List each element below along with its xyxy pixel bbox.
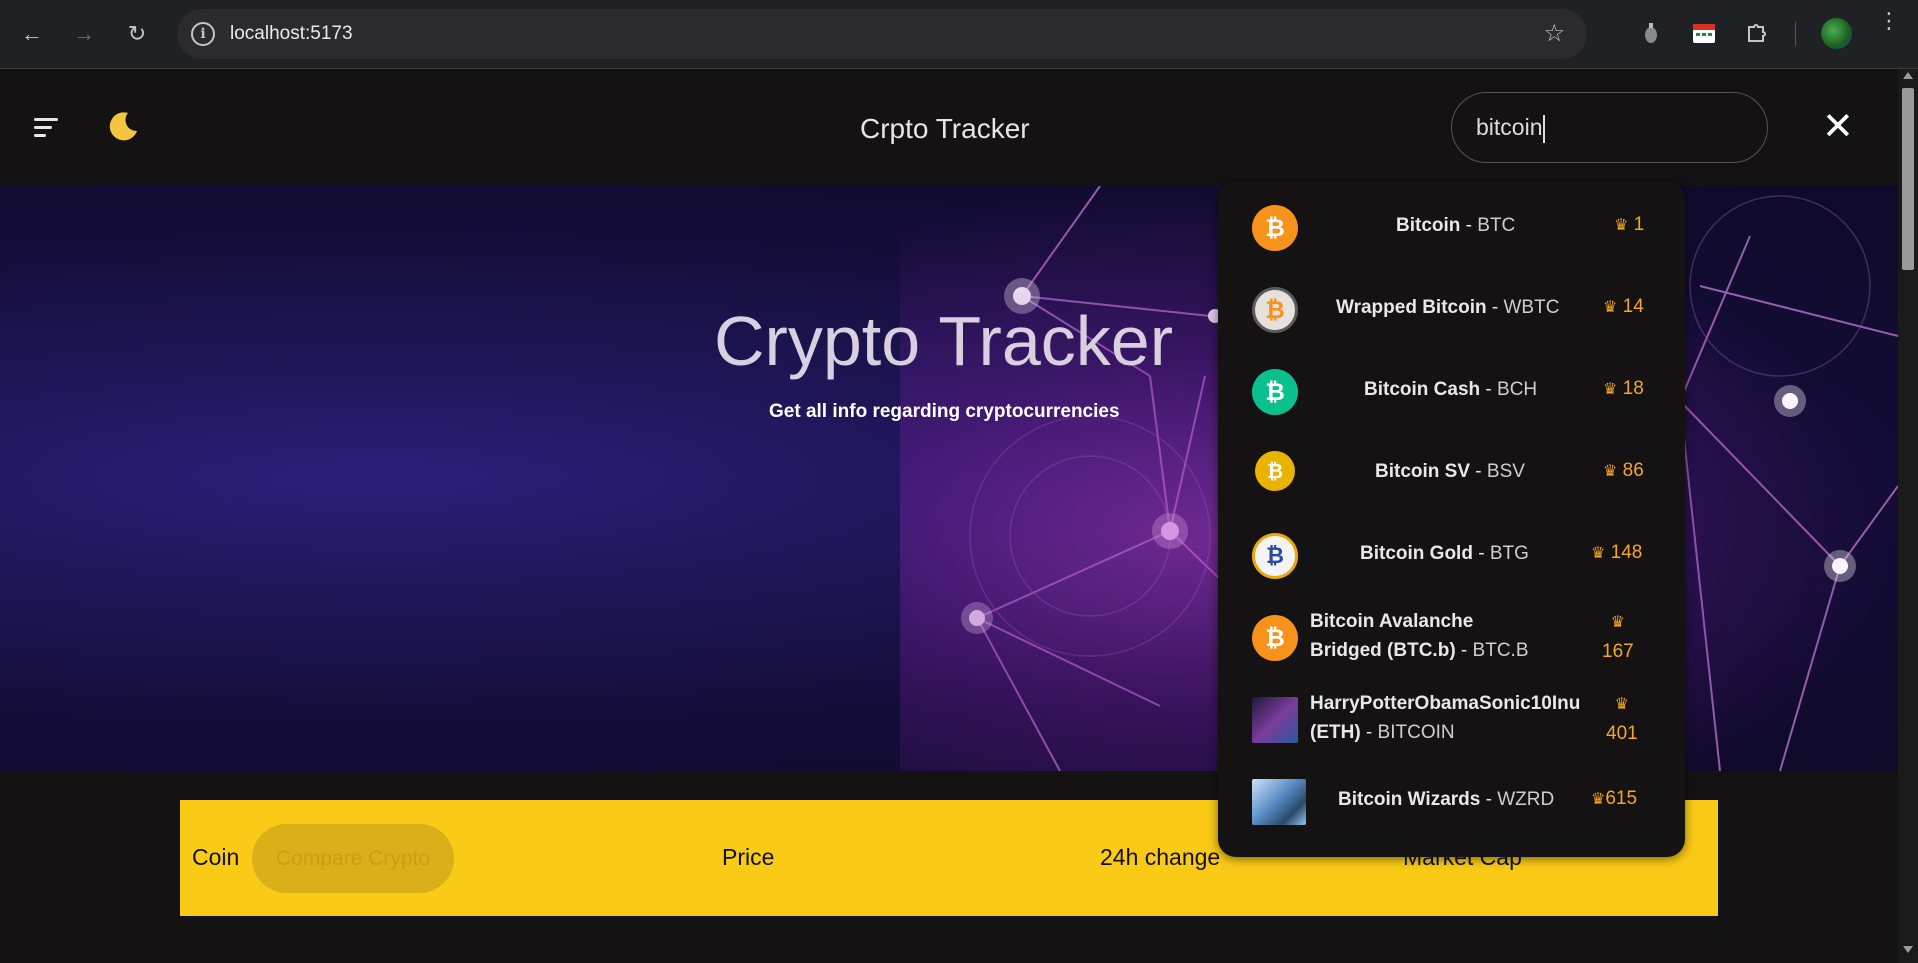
harrypotter-coin-icon (1252, 697, 1298, 743)
hero-title: Crypto Tracker (714, 302, 1173, 380)
back-icon[interactable]: ← (14, 16, 50, 52)
coin-symbol: BITCOIN (1377, 722, 1455, 743)
bitcoin-icon: ₿ (1252, 205, 1298, 251)
profile-avatar[interactable] (1821, 18, 1852, 49)
browser-toolbar: ← → ↻ i localhost:5173 ☆ ⋮ (0, 0, 1918, 69)
coin-symbol: BTC.B (1472, 640, 1529, 661)
calendar-extension-icon[interactable] (1689, 18, 1719, 48)
scroll-up-arrow-icon[interactable] (1903, 72, 1913, 79)
search-input-value: bitcoin (1476, 114, 1543, 140)
search-result-item[interactable]: ₿ Bitcoin SV - BSV ♛ 86 (1218, 433, 1685, 515)
compare-crypto-button[interactable]: Compare Crypto (252, 824, 454, 893)
coin-name-line1: Bitcoin Avalanche (1310, 611, 1474, 632)
crown-icon: ♛ (1614, 217, 1629, 234)
extensions-puzzle-icon[interactable] (1742, 18, 1772, 48)
dark-mode-moon-icon[interactable] (106, 109, 140, 151)
coin-name: Bitcoin Gold (1360, 543, 1473, 564)
coin-name-line2: (ETH) (1310, 722, 1361, 743)
coin-name: Bitcoin Cash (1364, 379, 1481, 400)
toolbar-divider (1795, 22, 1796, 46)
coin-rank: ♛ 18 (1603, 378, 1644, 399)
browser-menu-icon[interactable]: ⋮ (1878, 10, 1900, 32)
search-result-item[interactable]: ₿ Bitcoin Cash - BCH ♛ 18 (1218, 351, 1685, 433)
search-result-item[interactable]: ₿ Bitcoin Avalanche Bridged (BTC.b) - BTC… (1218, 597, 1685, 679)
coin-name: Bitcoin SV (1375, 461, 1471, 482)
wrapped-bitcoin-icon: ₿ (1252, 287, 1298, 333)
bitcoin-avalanche-icon: ₿ (1252, 615, 1298, 661)
search-results-dropdown: ₿ Bitcoin - BTC ♛ 1 ₿ Wrapped Bitcoin - … (1218, 182, 1685, 857)
search-result-item[interactable]: ₿ Bitcoin Gold - BTG ♛ 148 (1218, 515, 1685, 597)
column-coin: Coin (192, 844, 240, 870)
crown-icon: ♛ (1614, 696, 1630, 713)
hero-subtitle: Get all info regarding cryptocurrencies (769, 401, 1120, 422)
crown-icon: ♛ (1603, 299, 1618, 316)
bitcoin-gold-icon: ₿ (1252, 533, 1298, 579)
coin-name: Wrapped Bitcoin (1336, 297, 1487, 318)
address-bar[interactable]: i localhost:5173 ☆ (177, 9, 1587, 59)
coin-rank: ♛615 (1591, 788, 1638, 809)
coin-rank: ♛ 86 (1603, 460, 1644, 481)
extension-icon[interactable] (1636, 18, 1666, 48)
scrollbar-thumb[interactable] (1902, 88, 1914, 270)
crown-icon: ♛ (1603, 381, 1618, 398)
bitcoin-wizards-icon (1252, 779, 1306, 825)
coin-rank: ♛ 167 (1602, 614, 1634, 662)
forward-icon[interactable]: → (66, 16, 102, 52)
coin-rank: ♛ 14 (1603, 296, 1644, 317)
column-24h-change: 24h change (1100, 844, 1221, 870)
search-result-item[interactable]: Bitcoin Wizards - WZRD ♛615 (1218, 761, 1685, 843)
site-info-icon[interactable]: i (191, 22, 215, 46)
coin-rank: ♛ 1 (1614, 214, 1645, 235)
coin-symbol: BCH (1497, 379, 1538, 400)
crown-icon: ♛ (1603, 463, 1618, 480)
coin-symbol: BTC (1477, 215, 1516, 236)
search-result-item[interactable]: ₿ Bitcoin - BTC ♛ 1 (1218, 187, 1685, 269)
bitcoin-cash-icon: ₿ (1252, 369, 1298, 415)
coin-name: Bitcoin Wizards (1338, 789, 1481, 810)
app-header: Crpto Tracker bitcoin ✕ (0, 69, 1898, 186)
url-text[interactable]: localhost:5173 (230, 23, 353, 45)
menu-icon[interactable] (34, 118, 58, 138)
coin-name: Bitcoin (1396, 215, 1461, 236)
search-result-item[interactable]: ₿ Wrapped Bitcoin - WBTC ♛ 14 (1218, 269, 1685, 351)
bookmark-star-icon[interactable]: ☆ (1543, 19, 1565, 48)
coin-symbol: BSV (1486, 461, 1525, 482)
coin-symbol: WZRD (1497, 789, 1555, 810)
coin-rank: ♛ 148 (1591, 542, 1643, 563)
close-search-icon[interactable]: ✕ (1822, 107, 1854, 147)
coin-name-line2: Bridged (BTC.b) (1310, 640, 1456, 661)
coin-symbol: WBTC (1503, 297, 1560, 318)
coin-symbol: BTG (1489, 543, 1529, 564)
reload-icon[interactable]: ↻ (119, 16, 155, 52)
search-input[interactable]: bitcoin (1451, 92, 1768, 163)
bitcoin-sv-icon: ₿ (1255, 451, 1295, 491)
app-title: Crpto Tracker (860, 113, 1030, 144)
coin-rank: ♛ 401 (1606, 696, 1638, 744)
coin-name-line1: HarryPotterObamaSonic10Inu (1310, 693, 1581, 714)
scroll-down-arrow-icon[interactable] (1903, 946, 1913, 953)
crown-icon: ♛ (1610, 614, 1626, 631)
crown-icon: ♛ (1591, 791, 1606, 808)
search-result-item[interactable]: HarryPotterObamaSonic10Inu (ETH) - BITCOI… (1218, 679, 1685, 761)
crown-icon: ♛ (1591, 545, 1606, 562)
column-price: Price (722, 844, 775, 870)
